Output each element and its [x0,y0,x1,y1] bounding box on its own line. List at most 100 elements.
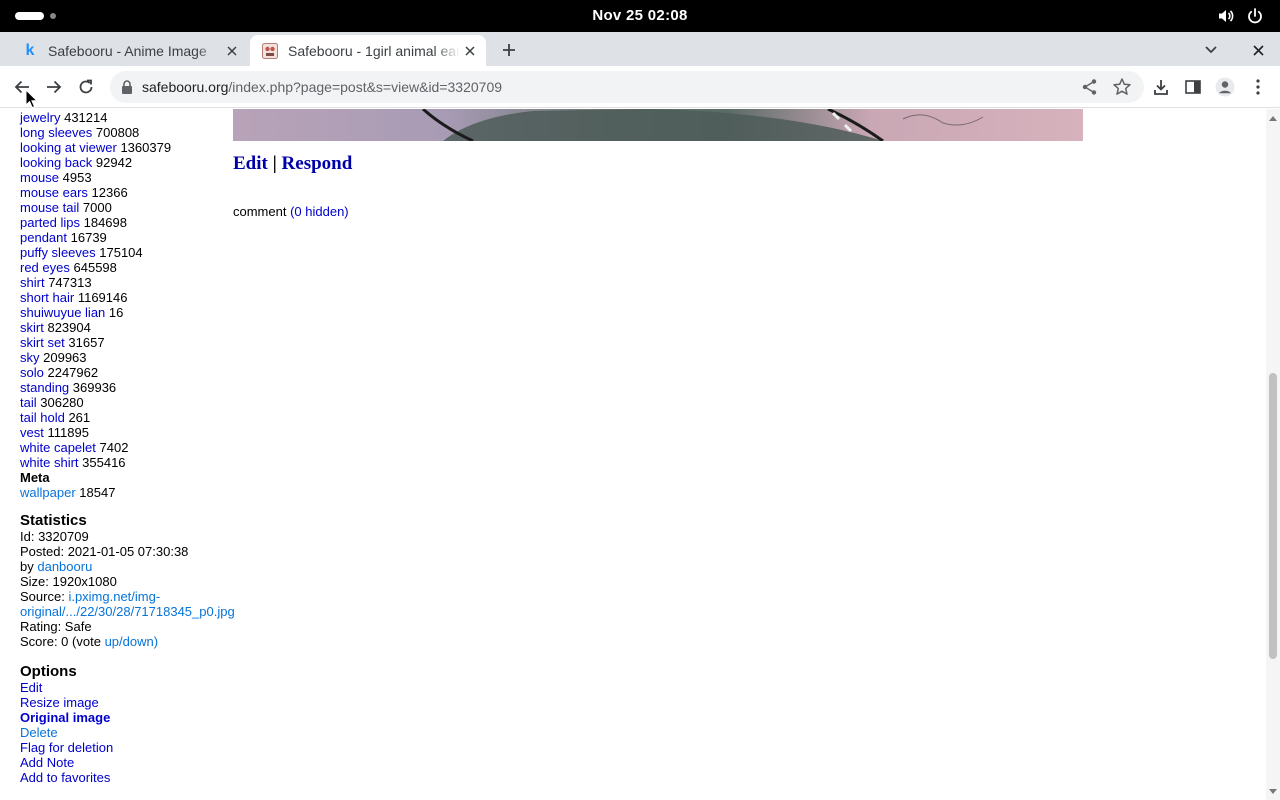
option-original-image-link[interactable]: Original image [20,710,110,725]
tag-row: standing 369936 [20,380,232,395]
lock-icon[interactable] [120,79,134,95]
tag-link[interactable]: white shirt [20,455,79,470]
option-resize-image-link[interactable]: Resize image [20,695,99,710]
post-uploader: by danbooru [20,559,93,574]
tag-link[interactable]: mouse tail [20,200,79,215]
tag-link[interactable]: shirt [20,275,45,290]
volume-icon[interactable] [1217,7,1235,25]
tag-count: 747313 [48,275,92,290]
scrollbar-thumb[interactable] [1269,373,1277,659]
tag-row: mouse tail 7000 [20,200,232,215]
side-panel-icon [1185,80,1201,94]
system-clock[interactable]: Nov 25 02:08 [0,0,1280,32]
menu-button[interactable] [1244,73,1272,101]
respond-link[interactable]: Respond [282,153,353,174]
bookmark-star-icon[interactable] [1112,77,1132,97]
tag-link[interactable]: sky [20,350,40,365]
address-bar[interactable]: safebooru.org/index.php?page=post&s=view… [110,71,1144,103]
tag-row: vest 111895 [20,425,232,440]
activities-indicator[interactable] [15,12,44,20]
option-row: Flag for deletion [20,740,232,755]
tag-link[interactable]: standing [20,380,69,395]
close-tab-icon[interactable] [222,41,242,61]
scroll-up-arrow-icon[interactable] [1269,115,1277,121]
tag-link[interactable]: vest [20,425,44,440]
window-close-button[interactable] [1246,38,1270,62]
hidden-comments-link[interactable]: (0 hidden) [290,204,349,219]
tab-safebooru-home[interactable]: k Safebooru - Anime Image [10,35,248,66]
tag-count: 111895 [47,425,89,440]
page-scrollbar[interactable] [1266,109,1280,800]
tab-search-button[interactable] [1199,38,1223,62]
power-icon[interactable] [1246,7,1264,25]
tag-count: 369936 [72,380,117,395]
tag-link[interactable]: mouse ears [20,185,88,200]
tag-link[interactable]: looking at viewer [20,140,117,155]
option-row: Edit [20,680,232,695]
option-add-note-link[interactable]: Add Note [20,755,74,770]
tag-count: 7402 [99,440,129,455]
tag-row: parted lips 184698 [20,215,232,230]
tag-link[interactable]: tail [20,395,37,410]
tag-count: 92942 [95,155,133,170]
tag-link[interactable]: wallpaper [20,485,76,500]
share-icon[interactable] [1080,77,1100,97]
tag-row: shirt 747313 [20,275,232,290]
tag-row: jewelry 431214 [20,110,232,125]
option-edit-link[interactable]: Edit [20,680,42,695]
forward-button[interactable] [40,73,68,101]
tag-count: 16 [108,305,124,320]
reload-button[interactable] [72,73,100,101]
tag-row: tail 306280 [20,395,232,410]
tag-link[interactable]: looking back [20,155,92,170]
tag-link[interactable]: red eyes [20,260,70,275]
tag-link[interactable]: skirt [20,320,44,335]
side-panel-button[interactable] [1179,73,1207,101]
tag-row: pendant 16739 [20,230,232,245]
tag-link[interactable]: parted lips [20,215,80,230]
scroll-down-arrow-icon[interactable] [1269,789,1277,795]
edit-link[interactable]: Edit [233,153,268,174]
post-image[interactable] [233,109,1083,141]
source-link-continued[interactable]: original/.../22/30/28/71718345_p0.jpg [20,604,235,619]
tag-count: 31657 [68,335,105,350]
tag-link[interactable]: puffy sleeves [20,245,96,260]
tag-link[interactable]: skirt set [20,335,65,350]
tag-link[interactable]: mouse [20,170,59,185]
source-link[interactable]: i.pximg.net/img- [68,589,160,604]
options-heading: Options [20,663,77,680]
tag-row: puffy sleeves 175104 [20,245,232,260]
downloads-button[interactable] [1147,73,1175,101]
uploader-link[interactable]: danbooru [37,559,92,574]
tag-link[interactable]: shuiwuyue lian [20,305,105,320]
option-delete-link[interactable]: Delete [20,725,58,740]
post-score: Score: 0 (vote up/down) [20,634,159,649]
tag-row: wallpaper 18547 [20,485,232,500]
tag-count: 431214 [64,110,108,125]
tag-link[interactable]: jewelry [20,110,60,125]
option-row: Delete [20,725,232,740]
tag-link[interactable]: short hair [20,290,74,305]
close-tab-icon[interactable] [460,41,480,61]
k-favicon-icon: k [25,41,35,59]
option-row: Resize image [20,695,232,710]
option-add-to-favorites-link[interactable]: Add to favorites [20,770,110,785]
option-row: Original image [20,710,232,725]
option-row: Add to favorites [20,770,232,785]
vote-link[interactable]: up/down) [105,634,158,649]
tag-link[interactable]: white capelet [20,440,96,455]
tag-row: looking at viewer 1360379 [20,140,232,155]
url-text[interactable]: safebooru.org/index.php?page=post&s=view… [142,71,502,103]
tag-link[interactable]: tail hold [20,410,65,425]
option-flag-for-deletion-link[interactable]: Flag for deletion [20,740,113,755]
tab-safebooru-post[interactable]: Safebooru - 1girl animal ears [250,35,486,66]
tag-link[interactable]: pendant [20,230,67,245]
profile-button[interactable] [1211,73,1239,101]
tag-link[interactable]: long sleeves [20,125,92,140]
tag-count: 12366 [91,185,128,200]
tab-title: Safebooru - Anime Image [48,42,207,59]
workspace-dot [50,13,56,19]
tag-link[interactable]: solo [20,365,44,380]
new-tab-button[interactable] [497,38,521,62]
page-content: Edit | Respond comment (0 hidden) jewelr… [0,109,1266,800]
